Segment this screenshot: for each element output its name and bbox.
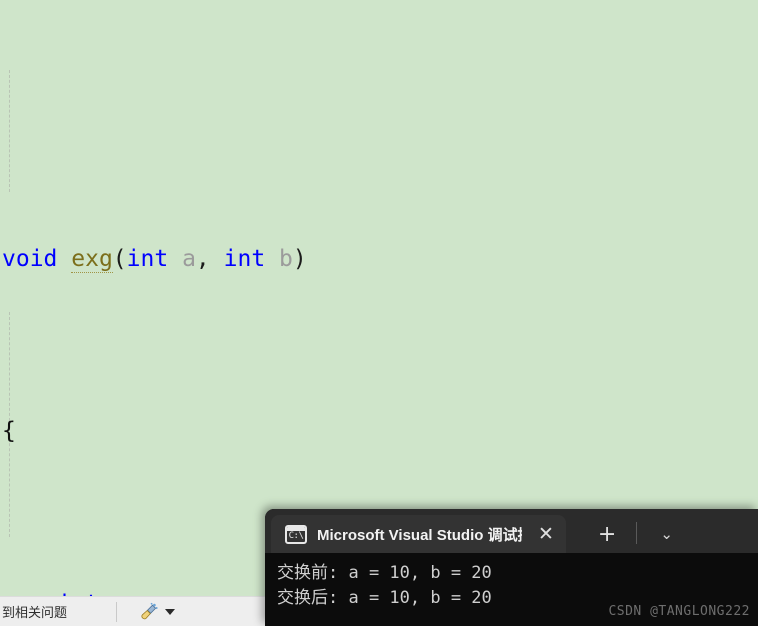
code-editor[interactable]: void exg(int a, int b) { int exg = a; a … bbox=[0, 0, 758, 596]
punct-lparen: ( bbox=[112, 245, 127, 272]
param-a: a bbox=[196, 591, 210, 597]
function-name-exg: exg bbox=[71, 245, 113, 273]
debug-console-window[interactable]: C:\ Microsoft Visual Studio 调试控 ✕ + ⌄ 交换… bbox=[265, 509, 758, 626]
brace-open: { bbox=[2, 418, 16, 444]
keyword-int: int bbox=[223, 245, 266, 272]
watermark-text: CSDN @TANGLONG222 bbox=[608, 604, 750, 619]
cleanup-control[interactable] bbox=[139, 602, 176, 622]
chevron-down-icon[interactable]: ⌄ bbox=[656, 527, 677, 542]
keyword-void: void bbox=[2, 245, 58, 272]
chevron-down-icon[interactable] bbox=[165, 608, 176, 615]
console-tab-bar: C:\ Microsoft Visual Studio 调试控 ✕ + ⌄ bbox=[265, 509, 758, 553]
status-message: 到相关问题 bbox=[2, 605, 68, 620]
tabbar-divider bbox=[636, 522, 638, 544]
terminal-cmd-icon: C:\ bbox=[285, 524, 307, 544]
keyword-int: int bbox=[126, 245, 169, 272]
param-a: a bbox=[182, 245, 196, 272]
broom-icon[interactable] bbox=[139, 602, 159, 622]
console-tab-title: Microsoft Visual Studio 调试控 bbox=[317, 526, 522, 544]
punct-comma: , bbox=[195, 245, 210, 272]
status-divider bbox=[116, 601, 118, 622]
local-var-exg: exg bbox=[113, 591, 155, 597]
visual-studio-screenshot: void exg(int a, int b) { int exg = a; a … bbox=[0, 0, 758, 626]
console-tab-active[interactable]: C:\ Microsoft Visual Studio 调试控 ✕ bbox=[271, 515, 566, 553]
close-icon[interactable]: ✕ bbox=[532, 524, 560, 544]
console-output-line: 交换前: a = 10, b = 20 bbox=[277, 563, 492, 583]
indent-guide-line bbox=[9, 70, 10, 192]
code-line[interactable]: { bbox=[0, 414, 758, 449]
keyword-int: int bbox=[57, 591, 99, 597]
param-b: b bbox=[279, 245, 293, 272]
operator-equals: = bbox=[168, 591, 182, 597]
status-bar: 到相关问题 bbox=[0, 596, 265, 626]
punct-semicolon: ; bbox=[210, 591, 224, 597]
new-tab-icon[interactable]: + bbox=[594, 524, 620, 546]
punct-rparen: ) bbox=[292, 245, 307, 272]
code-line[interactable]: void exg(int a, int b) bbox=[0, 242, 758, 277]
